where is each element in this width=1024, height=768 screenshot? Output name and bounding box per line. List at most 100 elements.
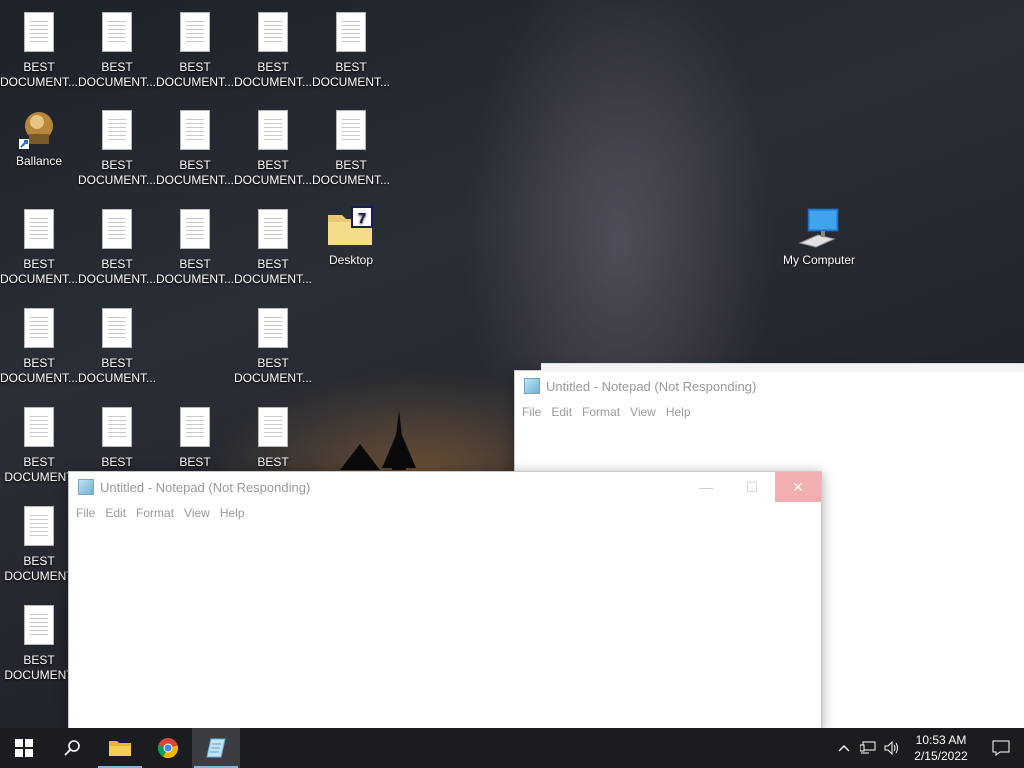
desktop-icon-document[interactable]: BEST DOCUMENT... (312, 106, 390, 188)
menu-bar: File Edit Format View Help (515, 401, 1024, 423)
icon-label: BEST (23, 356, 55, 370)
menu-file[interactable]: File (76, 506, 95, 520)
menu-format[interactable]: Format (136, 506, 174, 520)
notepad-taskbar-button[interactable] (192, 728, 240, 768)
menu-edit[interactable]: Edit (551, 405, 572, 419)
desktop-icon-document[interactable]: BEST (78, 403, 156, 470)
icon-label: BEST (23, 257, 55, 271)
clock-date: 2/15/2022 (914, 749, 968, 763)
document-icon (102, 12, 132, 52)
icon-label: DOCUMENT... (78, 371, 156, 385)
icon-label: DOCUMENT... (156, 272, 234, 286)
desktop-icon-document[interactable]: BEST DOCUMENT (0, 601, 78, 683)
desktop-icon-document[interactable]: BEST DOCUMENT... (78, 205, 156, 287)
system-tray: 10:53 AM 2/15/2022 (832, 728, 1024, 768)
menu-help[interactable]: Help (666, 405, 691, 419)
document-icon (180, 407, 210, 447)
network-button[interactable] (856, 728, 880, 768)
document-icon (102, 407, 132, 447)
icon-label: BEST (335, 60, 367, 74)
desktop-icon-document[interactable]: BEST DOCUMENT... (78, 304, 156, 386)
icon-label: BEST (257, 60, 289, 74)
windows-start-icon (15, 739, 33, 757)
show-hidden-icons-button[interactable] (832, 728, 856, 768)
menu-format[interactable]: Format (582, 405, 620, 419)
desktop-icon-document[interactable]: BEST DOCUMENT (0, 502, 78, 584)
start-button[interactable] (0, 728, 48, 768)
network-icon (860, 741, 876, 754)
search-button[interactable] (48, 728, 96, 768)
menu-view[interactable]: View (630, 405, 656, 419)
document-icon (258, 110, 288, 150)
menu-view[interactable]: View (184, 506, 210, 520)
notification-icon (992, 740, 1010, 756)
icon-label: BEST (257, 158, 289, 172)
document-icon (24, 12, 54, 52)
document-icon (102, 308, 132, 348)
desktop-icon-document[interactable]: BEST DOCUMENT... (234, 106, 312, 188)
clock-time: 10:53 AM (915, 733, 967, 747)
document-icon (258, 12, 288, 52)
icon-label: BEST (179, 257, 211, 271)
clock[interactable]: 10:53 AM 2/15/2022 (904, 732, 978, 764)
notepad-window[interactable]: Untitled - Notepad (Not Responding) — ☐ … (68, 471, 822, 730)
desktop-icon-document[interactable]: BEST DOCUMENT... (156, 205, 234, 287)
icon-label: DOCUMENT... (78, 272, 156, 286)
icon-label: BEST (101, 257, 133, 271)
title-bar[interactable]: Untitled - Notepad (Not Responding) (515, 371, 1024, 401)
icon-label: DOCUMENT... (0, 272, 78, 286)
title-bar[interactable]: Untitled - Notepad (Not Responding) — ☐ … (69, 472, 821, 502)
desktop-icon-document[interactable]: BEST DOCUMENT... (78, 106, 156, 188)
text-area[interactable] (69, 524, 821, 729)
desktop-icon-document[interactable]: BEST DOCUMENT... (0, 205, 78, 287)
icon-label: BEST (179, 455, 211, 469)
icon-label: BEST (335, 158, 367, 172)
icon-label: BEST (23, 653, 55, 667)
desktop-icon-my-computer[interactable]: My Computer (780, 205, 858, 268)
document-icon (24, 308, 54, 348)
desktop-icon-desktop-folder[interactable]: 7 Desktop (312, 205, 390, 268)
close-button[interactable]: ✕ (775, 472, 821, 502)
desktop-icon-document[interactable]: BEST DOCUMENT... (0, 8, 78, 90)
notepad-icon (524, 378, 540, 394)
icon-label: DOCUMENT... (156, 173, 234, 187)
document-icon (180, 209, 210, 249)
notepad-icon (78, 479, 94, 495)
file-explorer-button[interactable] (96, 728, 144, 768)
desktop-icon-document[interactable]: BEST (234, 403, 312, 470)
maximize-icon: ☐ (745, 478, 759, 495)
chrome-button[interactable] (144, 728, 192, 768)
chevron-up-icon (838, 745, 850, 752)
desktop-icon-document[interactable]: BEST DOCUMENT... (0, 304, 78, 386)
action-center-button[interactable] (978, 728, 1024, 768)
menu-file[interactable]: File (522, 405, 541, 419)
desktop-icon-document[interactable]: BEST DOCUMENT... (234, 8, 312, 90)
icon-label: DOCUMENT (4, 470, 74, 484)
minimize-button[interactable]: — (683, 472, 729, 502)
menu-help[interactable]: Help (220, 506, 245, 520)
maximize-button[interactable]: ☐ (729, 472, 775, 502)
desktop-icon-document[interactable]: BEST DOCUMENT... (156, 8, 234, 90)
icon-label: DOCUMENT (4, 668, 74, 682)
monitor-icon (780, 205, 858, 251)
document-icon (102, 209, 132, 249)
menu-edit[interactable]: Edit (105, 506, 126, 520)
volume-button[interactable] (880, 728, 904, 768)
icon-label: BEST (101, 158, 133, 172)
taskbar: 10:53 AM 2/15/2022 (0, 728, 1024, 768)
desktop-icon-document[interactable]: BEST DOCUMENT... (312, 8, 390, 90)
notepad-icon (206, 738, 226, 758)
desktop-icon-document[interactable]: BEST DOCUMENT... (156, 106, 234, 188)
icon-label: BEST (257, 455, 289, 469)
document-icon (180, 110, 210, 150)
desktop-icon-document[interactable]: BEST (156, 403, 234, 470)
desktop-icon-document[interactable]: BEST DOCUMENT... (234, 205, 312, 287)
document-icon (24, 209, 54, 249)
file-explorer-icon (109, 741, 131, 756)
desktop-icon-document[interactable]: BEST DOCUMENT... (78, 8, 156, 90)
icon-label: DOCUMENT... (156, 75, 234, 89)
icon-label: DOCUMENT... (78, 75, 156, 89)
desktop-icon-ballance[interactable]: Ballance (0, 106, 78, 169)
desktop-icon-document[interactable]: BEST DOCUMENT (0, 403, 78, 485)
desktop-icon-document[interactable]: BEST DOCUMENT... (234, 304, 312, 386)
